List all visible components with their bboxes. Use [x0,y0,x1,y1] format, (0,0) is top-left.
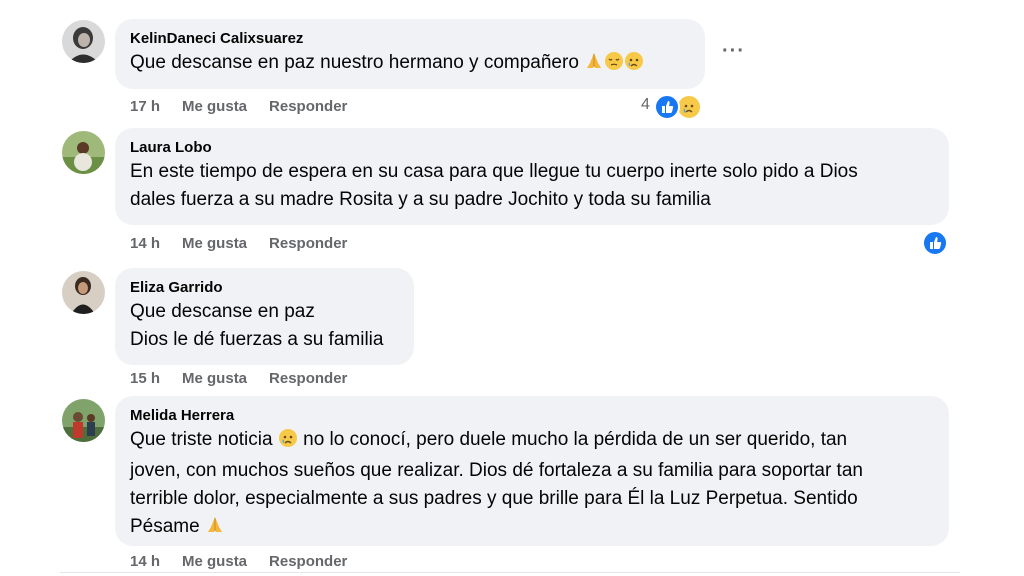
avatar[interactable] [62,399,105,442]
comment-bubble: Eliza Garrido Que descanse en paz Dios l… [115,268,414,365]
comment-bubble: Melida Herrera Que triste noticia no lo … [115,396,949,546]
comment-actions: 14 h Me gusta Responder [130,234,347,254]
like-reaction-icon[interactable] [922,230,948,256]
comment-text: Que descanse en paz Dios le dé fuerzas a… [130,298,399,354]
comment-text-line: Dios le dé fuerzas a su familia [130,329,384,350]
comment-text: En este tiempo de espera en su casa para… [130,158,934,214]
comment-text-line: terrible dolor, especialmente a sus padr… [130,488,858,509]
pensive-face-emoji-icon [604,51,624,80]
praying-hands-emoji-icon [584,51,604,80]
comment-author[interactable]: Laura Lobo [130,138,934,158]
more-options-icon[interactable]: ··· [722,40,745,63]
reply-button[interactable]: Responder [269,97,347,117]
divider [60,572,960,573]
reply-button[interactable]: Responder [269,234,347,254]
avatar[interactable] [62,131,105,174]
like-button[interactable]: Me gusta [182,97,247,117]
comment-text-line: Que descanse en paz [130,301,315,322]
like-reaction-icon[interactable] [654,94,680,120]
reply-button[interactable]: Responder [269,552,347,572]
comment-text-line: Que triste noticia [130,429,273,450]
comment-author[interactable]: KelinDaneci Calixsuarez [130,29,690,49]
comment-text-line: En este tiempo de espera en su casa para… [130,161,858,182]
comment-text: Que triste noticia no lo conocí, pero du… [130,426,934,544]
praying-hands-emoji-icon [205,515,225,544]
comment-time[interactable]: 17 h [130,97,160,117]
sad-tear-face-emoji-icon [624,51,644,80]
reply-button[interactable]: Responder [269,369,347,389]
comment-time[interactable]: 14 h [130,552,160,572]
like-button[interactable]: Me gusta [182,552,247,572]
comment-bubble: KelinDaneci Calixsuarez Que descanse en … [115,19,705,89]
comment-text-line: Pésame [130,516,200,537]
sad-tear-face-emoji-icon [278,428,298,457]
comment-actions: 15 h Me gusta Responder [130,369,347,389]
comment-text-line: dales fuerza a su madre Rosita y a su pa… [130,189,711,210]
comment-actions: 17 h Me gusta Responder [130,97,347,117]
comment-text: Que descanse en paz nuestro hermano y co… [130,49,690,80]
comment-author[interactable]: Eliza Garrido [130,278,399,298]
comment-text-line: Que descanse en paz nuestro hermano y co… [130,52,579,73]
avatar[interactable] [62,271,105,314]
comment-time[interactable]: 14 h [130,234,160,254]
comment-bubble: Laura Lobo En este tiempo de espera en s… [115,128,949,225]
like-button[interactable]: Me gusta [182,369,247,389]
comment-time[interactable]: 15 h [130,369,160,389]
avatar[interactable] [62,20,105,63]
comment-actions: 14 h Me gusta Responder [130,552,347,572]
comment-text-line: no lo conocí, pero duele mucho la pérdid… [303,429,848,450]
comment-author[interactable]: Melida Herrera [130,406,934,426]
comment-text-line: joven, con muchos sueños que realizar. D… [130,460,863,481]
like-button[interactable]: Me gusta [182,234,247,254]
reaction-count[interactable]: 4 [641,96,650,114]
